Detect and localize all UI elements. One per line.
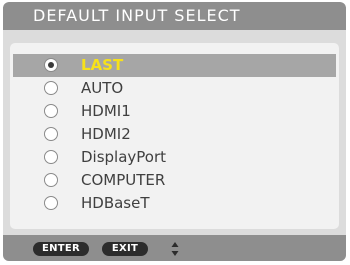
option-label: DisplayPort [81, 148, 167, 166]
default-input-select-menu: DEFAULT INPUT SELECT LAST AUTO HDMI1 HDM… [3, 2, 346, 261]
option-label: HDBaseT [81, 194, 150, 212]
enter-key-button[interactable]: ENTER [33, 242, 89, 256]
options-panel: LAST AUTO HDMI1 HDMI2 DisplayPort COMPUT… [10, 43, 339, 229]
radio-button[interactable] [44, 196, 58, 210]
option-last[interactable]: LAST [13, 54, 336, 77]
title-bar: DEFAULT INPUT SELECT [3, 2, 346, 30]
option-label: COMPUTER [81, 171, 166, 189]
radio-button[interactable] [44, 150, 58, 164]
option-computer[interactable]: COMPUTER [13, 169, 336, 192]
radio-button[interactable] [44, 127, 58, 141]
radio-button[interactable] [44, 58, 58, 72]
option-label: LAST [81, 56, 124, 74]
option-displayport[interactable]: DisplayPort [13, 146, 336, 169]
key-guide-bar: ENTER EXIT [3, 235, 346, 261]
option-label: HDMI1 [81, 102, 131, 120]
exit-key-button[interactable]: EXIT [102, 242, 148, 256]
option-label: HDMI2 [81, 125, 131, 143]
radio-button[interactable] [44, 104, 58, 118]
option-label: AUTO [81, 79, 124, 97]
option-hdbaset[interactable]: HDBaseT [13, 192, 336, 215]
radio-button[interactable] [44, 81, 58, 95]
up-down-arrows-icon [171, 242, 179, 256]
option-hdmi2[interactable]: HDMI2 [13, 123, 336, 146]
option-auto[interactable]: AUTO [13, 77, 336, 100]
radio-button[interactable] [44, 173, 58, 187]
radio-dot [47, 61, 54, 68]
input-option-list: LAST AUTO HDMI1 HDMI2 DisplayPort COMPUT… [13, 54, 336, 215]
menu-title: DEFAULT INPUT SELECT [33, 6, 241, 25]
option-hdmi1[interactable]: HDMI1 [13, 100, 336, 123]
